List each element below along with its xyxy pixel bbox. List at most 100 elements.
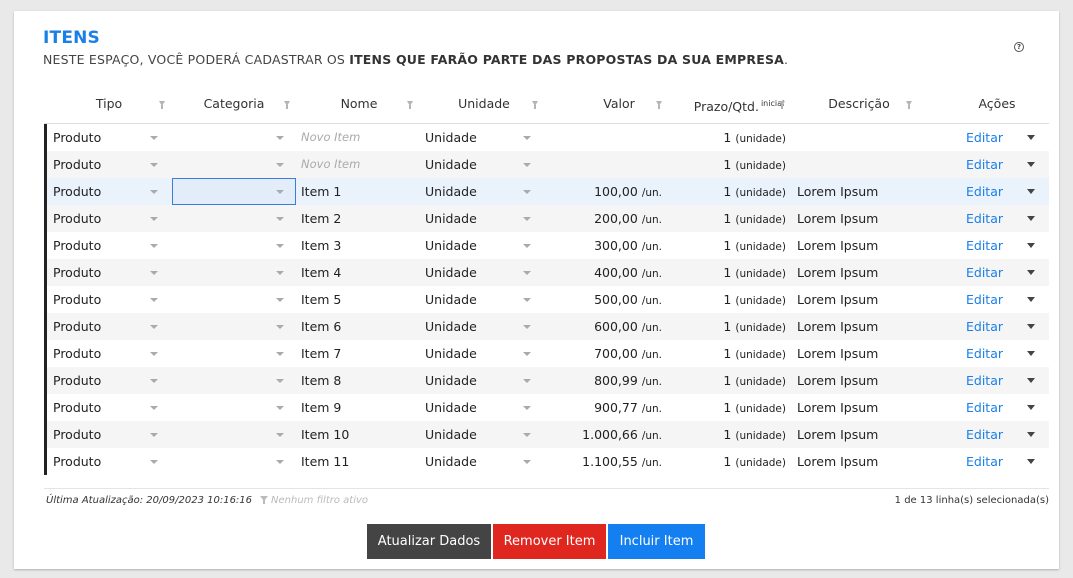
cell-descricao[interactable]: Lorem Ipsum xyxy=(797,232,878,259)
cell-valor[interactable]: 300,00 /un. xyxy=(594,232,662,259)
table-row[interactable]: Produto Item 6 Unidade 600,00 /un. 1 (unidad… xyxy=(47,313,1049,340)
table-row[interactable]: Produto Item 2 Unidade 200,00 /un. 1 (unidad… xyxy=(47,205,1049,232)
remove-item-button[interactable]: Remover Item xyxy=(493,524,606,559)
edit-link[interactable]: Editar xyxy=(966,232,1003,259)
cell-descricao[interactable]: Lorem Ipsum xyxy=(797,394,878,421)
column-header-valor[interactable]: Valor xyxy=(584,90,654,124)
cell-prazo[interactable]: 1 (unidade) xyxy=(723,259,786,286)
cell-prazo[interactable]: 1 (unidade) xyxy=(723,421,786,448)
cell-tipo[interactable]: Produto xyxy=(53,286,101,313)
cell-tipo[interactable]: Produto xyxy=(53,178,101,205)
column-header-unidade[interactable]: Unidade xyxy=(444,90,524,124)
cell-unidade[interactable]: Unidade xyxy=(425,286,477,313)
cell-prazo[interactable]: 1 (unidade) xyxy=(723,340,786,367)
categoria-dropdown-icon[interactable] xyxy=(276,244,284,248)
cell-prazo[interactable]: 1 (unidade) xyxy=(723,178,786,205)
cell-tipo[interactable]: Produto xyxy=(53,394,101,421)
tipo-dropdown-icon[interactable] xyxy=(150,298,158,302)
table-row[interactable]: Produto Item 7 Unidade 700,00 /un. 1 (unidad… xyxy=(47,340,1049,367)
cell-prazo[interactable]: 1 (unidade) xyxy=(723,205,786,232)
edit-link[interactable]: Editar xyxy=(966,178,1003,205)
cell-descricao[interactable]: Lorem Ipsum xyxy=(797,313,878,340)
row-actions-dropdown-icon[interactable] xyxy=(1027,351,1035,356)
edit-link[interactable]: Editar xyxy=(966,205,1003,232)
cell-unidade[interactable]: Unidade xyxy=(425,151,477,178)
categoria-dropdown-icon[interactable] xyxy=(276,352,284,356)
column-header-categoria[interactable]: Categoria xyxy=(194,90,274,124)
cell-unidade[interactable]: Unidade xyxy=(425,394,477,421)
cell-nome[interactable]: Item 7 xyxy=(301,340,341,367)
unidade-dropdown-icon[interactable] xyxy=(523,460,531,464)
cell-prazo[interactable]: 1 (unidade) xyxy=(723,367,786,394)
cell-unidade[interactable]: Unidade xyxy=(425,448,477,475)
cell-valor[interactable]: 600,00 /un. xyxy=(594,313,662,340)
cell-nome[interactable]: Item 6 xyxy=(301,313,341,340)
unidade-dropdown-icon[interactable] xyxy=(523,190,531,194)
column-header-descricao[interactable]: Descrição xyxy=(819,90,899,124)
tipo-dropdown-icon[interactable] xyxy=(150,325,158,329)
cell-valor[interactable]: 1.000,66 /un. xyxy=(582,421,662,448)
row-actions-dropdown-icon[interactable] xyxy=(1027,297,1035,302)
tipo-dropdown-icon[interactable] xyxy=(150,217,158,221)
unidade-dropdown-icon[interactable] xyxy=(523,406,531,410)
table-row[interactable]: Produto Item 10 Unidade 1.000,66 /un. 1 (uni… xyxy=(47,421,1049,448)
filter-icon-unidade[interactable] xyxy=(532,101,538,109)
cell-nome[interactable]: Item 2 xyxy=(301,205,341,232)
categoria-dropdown-icon[interactable] xyxy=(276,271,284,275)
update-data-button[interactable]: Atualizar Dados xyxy=(367,524,491,559)
edit-link[interactable]: Editar xyxy=(966,448,1003,475)
table-row[interactable]: Produto Item 3 Unidade 300,00 /un. 1 (unidad… xyxy=(47,232,1049,259)
filter-icon-descricao[interactable] xyxy=(906,101,912,109)
tipo-dropdown-icon[interactable] xyxy=(150,163,158,167)
cell-unidade[interactable]: Unidade xyxy=(425,367,477,394)
unidade-dropdown-icon[interactable] xyxy=(523,136,531,140)
unidade-dropdown-icon[interactable] xyxy=(523,217,531,221)
cell-nome[interactable]: Item 4 xyxy=(301,259,341,286)
unidade-dropdown-icon[interactable] xyxy=(523,163,531,167)
categoria-dropdown-icon[interactable] xyxy=(276,433,284,437)
tipo-dropdown-icon[interactable] xyxy=(150,190,158,194)
cell-valor[interactable]: 700,00 /un. xyxy=(594,340,662,367)
cell-valor[interactable]: 500,00 /un. xyxy=(594,286,662,313)
column-header-prazo[interactable]: Prazo/Qtd. inicial xyxy=(684,90,794,124)
row-actions-dropdown-icon[interactable] xyxy=(1027,243,1035,248)
cell-unidade[interactable]: Unidade xyxy=(425,259,477,286)
table-row[interactable]: Produto Novo Item Unidade 1 (unidade) Edita… xyxy=(47,151,1049,178)
tipo-dropdown-icon[interactable] xyxy=(150,136,158,140)
cell-nome[interactable]: Novo Item xyxy=(301,124,360,151)
edit-link[interactable]: Editar xyxy=(966,340,1003,367)
categoria-dropdown-icon[interactable] xyxy=(276,460,284,464)
categoria-dropdown-icon[interactable] xyxy=(276,163,284,167)
tipo-dropdown-icon[interactable] xyxy=(150,352,158,356)
edit-link[interactable]: Editar xyxy=(966,421,1003,448)
unidade-dropdown-icon[interactable] xyxy=(523,298,531,302)
edit-link[interactable]: Editar xyxy=(966,394,1003,421)
cell-nome[interactable]: Item 3 xyxy=(301,232,341,259)
row-actions-dropdown-icon[interactable] xyxy=(1027,216,1035,221)
edit-link[interactable]: Editar xyxy=(966,259,1003,286)
unidade-dropdown-icon[interactable] xyxy=(523,379,531,383)
help-icon[interactable]: ? xyxy=(1014,42,1024,52)
edit-link[interactable]: Editar xyxy=(966,124,1003,151)
cell-tipo[interactable]: Produto xyxy=(53,259,101,286)
cell-valor[interactable]: 1.100,55 /un. xyxy=(582,448,662,475)
unidade-dropdown-icon[interactable] xyxy=(523,271,531,275)
filter-icon-categoria[interactable] xyxy=(284,101,290,109)
cell-nome[interactable]: Item 11 xyxy=(301,448,349,475)
unidade-dropdown-icon[interactable] xyxy=(523,244,531,248)
cell-unidade[interactable]: Unidade xyxy=(425,421,477,448)
cell-unidade[interactable]: Unidade xyxy=(425,340,477,367)
cell-nome[interactable]: Item 10 xyxy=(301,421,349,448)
categoria-dropdown-icon[interactable] xyxy=(276,406,284,410)
edit-link[interactable]: Editar xyxy=(966,367,1003,394)
unidade-dropdown-icon[interactable] xyxy=(523,433,531,437)
tipo-dropdown-icon[interactable] xyxy=(150,433,158,437)
categoria-dropdown-icon[interactable] xyxy=(276,217,284,221)
row-actions-dropdown-icon[interactable] xyxy=(1027,432,1035,437)
cell-prazo[interactable]: 1 (unidade) xyxy=(723,232,786,259)
cell-tipo[interactable]: Produto xyxy=(53,448,101,475)
table-row[interactable]: Produto Item 11 Unidade 1.100,55 /un. 1 (uni… xyxy=(47,448,1049,475)
cell-descricao[interactable]: Lorem Ipsum xyxy=(797,178,878,205)
column-header-tipo[interactable]: Tipo xyxy=(74,90,144,124)
filter-icon-tipo[interactable] xyxy=(159,101,165,109)
